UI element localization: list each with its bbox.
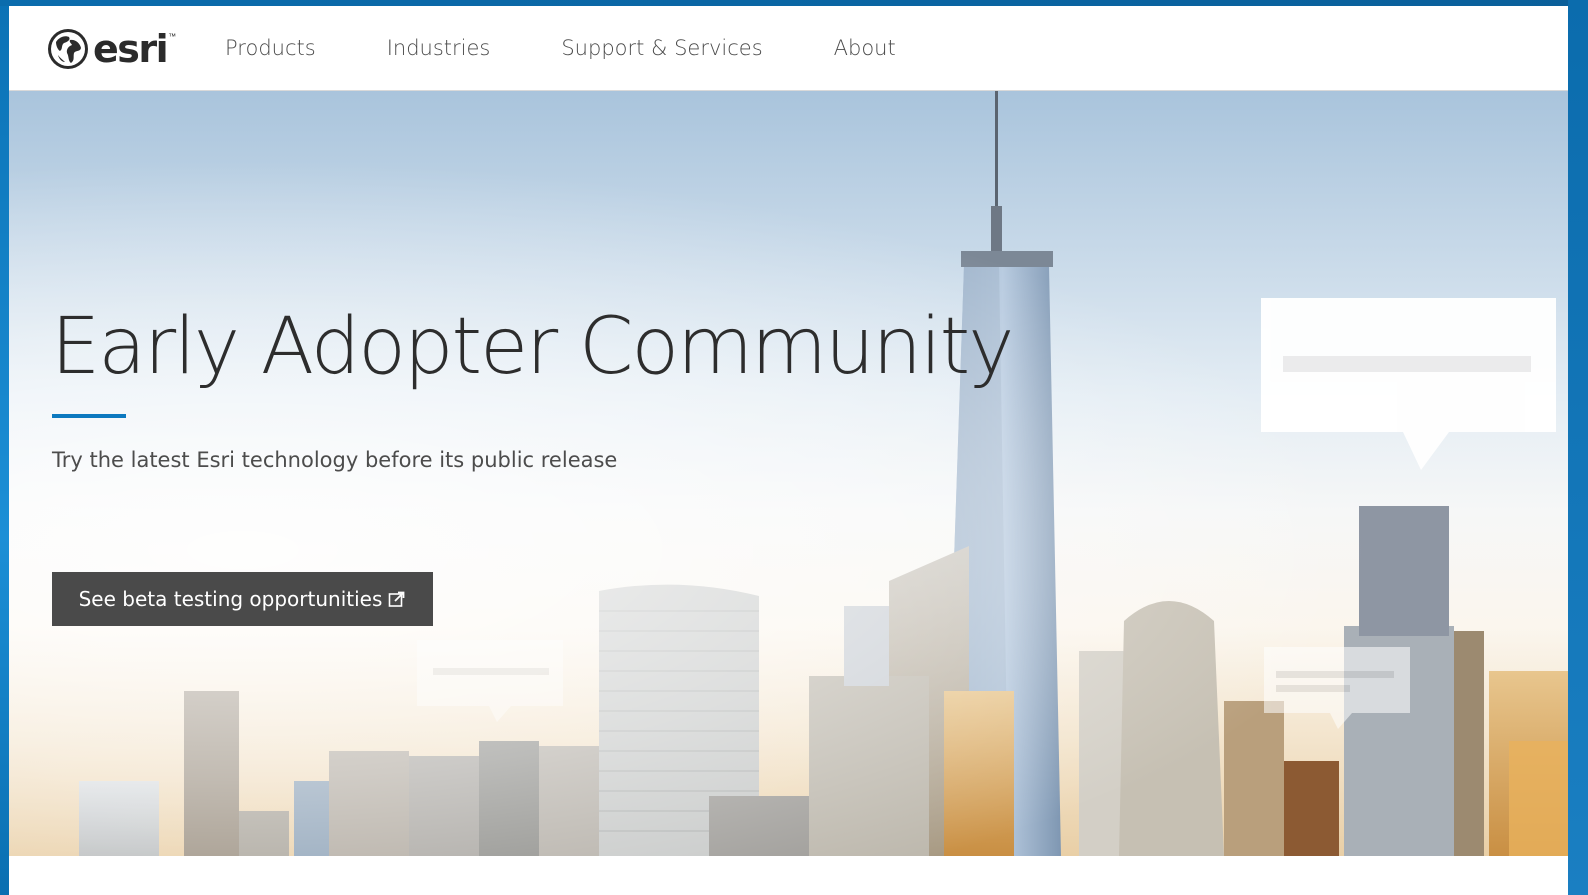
speech-bubble-small-left (417, 640, 563, 722)
nav-item-support-services[interactable]: Support & Services (561, 36, 762, 60)
site-header: esri ™ Products Industries Support & Ser… (9, 6, 1568, 91)
main-nav: Products Industries Support & Services A… (225, 6, 967, 90)
esri-logo-link[interactable]: esri ™ (47, 26, 176, 72)
nav-item-about[interactable]: About (834, 36, 896, 60)
below-hero-area (9, 856, 1568, 895)
window-frame-right (1568, 0, 1588, 895)
speech-bubble-large (1261, 298, 1556, 470)
hero-banner: Early Adopter Community Try the latest E… (9, 91, 1568, 856)
trademark-symbol: ™ (168, 32, 177, 41)
speech-bubble-tail (489, 706, 511, 722)
globe-icon (48, 29, 88, 69)
window-frame-left (0, 0, 9, 895)
speech-bubble-small-right (1264, 647, 1410, 729)
nav-item-industries[interactable]: Industries (387, 36, 491, 60)
hero-subtitle: Try the latest Esri technology before it… (52, 448, 618, 472)
speech-bubble-text-placeholder (433, 668, 549, 675)
speech-bubble-text-placeholder (1283, 356, 1531, 372)
title-accent-rule (52, 414, 126, 418)
hero-light-overlay (9, 91, 1568, 856)
external-link-icon (389, 591, 405, 607)
hero-title: Early Adopter Community (51, 302, 1014, 392)
cta-button-label: See beta testing opportunities (78, 587, 383, 611)
speech-bubble-tail (1330, 713, 1352, 729)
see-beta-testing-button[interactable]: See beta testing opportunities (52, 572, 433, 626)
logo-wordmark: esri (93, 27, 169, 71)
speech-bubble-text-placeholder (1276, 685, 1350, 692)
speech-bubble-text-placeholder (1276, 671, 1394, 678)
speech-bubble-tail (1403, 432, 1449, 470)
nav-item-products[interactable]: Products (225, 36, 316, 60)
